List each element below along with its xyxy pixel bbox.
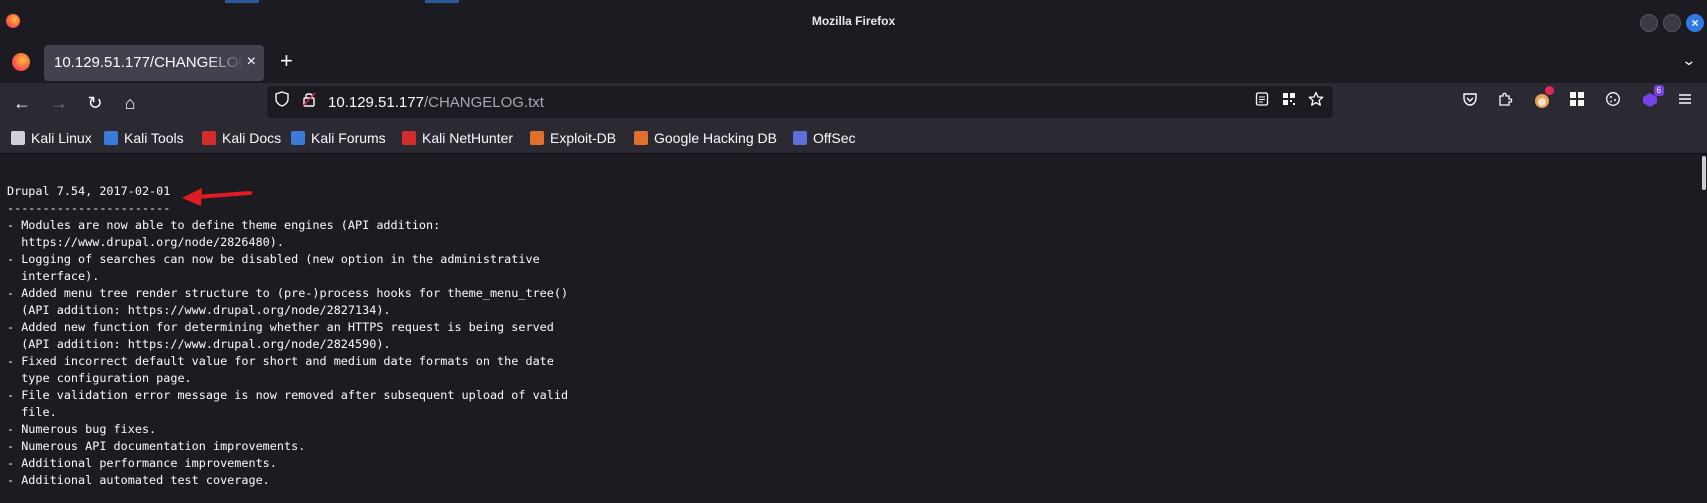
url-path: /CHANGELOG.txt [423,94,544,111]
tab-changelog[interactable]: 10.129.51.177/CHANGELOG.txt × [44,45,264,81]
kali-tools-icon [104,131,118,145]
changelog-line: - Fixed incorrect default value for shor… [7,354,554,368]
bookmark-label: Google Hacking DB [654,130,777,146]
bookmark-google-hacking-db[interactable]: Google Hacking DB [634,128,777,148]
tab-label: 10.129.51.177/CHANGELOG.txt [54,54,244,71]
cookie-icon[interactable] [1601,91,1625,115]
tracking-protection-shield-icon[interactable] [272,91,292,113]
changelog-line: file. [7,405,57,419]
new-tab-button[interactable]: + [280,48,293,74]
bookmark-kali-forums[interactable]: Kali Forums [291,128,386,148]
extension-grid-icon[interactable] [1565,91,1589,115]
bookmark-label: Kali NetHunter [422,130,514,146]
bookmark-kali-docs[interactable]: Kali Docs [202,128,281,148]
annotation-arrow-icon [182,188,252,206]
bookmark-label: Kali Linux [31,130,92,146]
bookmark-kali-tools[interactable]: Kali Tools [104,128,184,148]
changelog-line: - Modules are now able to define theme e… [7,218,441,232]
bookmark-offsec[interactable]: OffSec [793,128,856,148]
ghdb-icon [634,131,648,145]
reader-view-icon[interactable] [1251,91,1273,113]
bookmark-label: Exploit-DB [550,130,617,146]
maximize-button[interactable] [1663,14,1681,32]
changelog-line: type configuration page. [7,371,192,385]
changelog-line: - File validation error message is now r… [7,388,569,402]
url-text[interactable]: 10.129.51.177/CHANGELOG.txt [328,94,544,111]
kali-dragon-icon [11,131,25,145]
changelog-line: - Additional performance improvements. [7,456,277,470]
bookmark-kali-linux[interactable]: Kali Linux [11,128,92,148]
window-titlebar: Mozilla Firefox × [0,0,1707,43]
exploit-db-icon [530,131,544,145]
minimize-button[interactable] [1640,14,1658,32]
changelog-line: - Numerous API documentation improvement… [7,439,306,453]
page-content[interactable]: Drupal 7.54, 2017-02-01 ----------------… [0,154,1707,503]
changelog-line: - Added menu tree render structure to (p… [7,286,569,300]
taskbar-strip [0,0,500,4]
changelog-line: - Added new function for determining whe… [7,320,554,334]
extension-badge-count: 6 [1653,85,1664,96]
insecure-lock-icon[interactable] [299,91,319,113]
kali-forums-icon [291,131,305,145]
changelog-line: (API addition: https://www.drupal.org/no… [7,303,391,317]
blocked-badge [1545,86,1554,95]
vertical-scrollbar[interactable] [1702,156,1706,190]
app-menu-hamburger-icon[interactable] [1673,91,1697,115]
bookmarks-toolbar: Kali Linux Kali Tools Kali Docs Kali For… [0,123,1707,154]
changelog-line: - Numerous bug fixes. [7,422,157,436]
reload-button[interactable]: ↻ [83,91,107,115]
changelog-underline: ----------------------- [7,201,171,215]
changelog-version-heading: Drupal 7.54, 2017-02-01 [7,184,171,198]
changelog-line: interface). [7,269,100,283]
address-bar[interactable]: 10.129.51.177/CHANGELOG.txt [267,86,1333,118]
bookmark-label: OffSec [813,130,856,146]
hack-tools-extension-icon[interactable]: 6 [1638,85,1664,115]
home-button[interactable]: ⌂ [118,91,142,115]
bookmark-label: Kali Tools [124,130,184,146]
list-all-tabs-button[interactable]: ⌄ [1682,52,1697,69]
kali-docs-icon [202,131,216,145]
changelog-text: Drupal 7.54, 2017-02-01 ----------------… [7,183,568,489]
pocket-icon[interactable] [1458,91,1482,115]
extensions-puzzle-icon[interactable] [1493,91,1517,115]
url-host: 10.129.51.177 [328,94,424,111]
window-title: Mozilla Firefox [811,14,896,28]
navigation-toolbar: ← → ↻ ⌂ 10.129.51.177/CHANGELOG.txt 6 [0,83,1707,123]
tab-bar: 10.129.51.177/CHANGELOG.txt × + ⌄ [0,43,1707,83]
bookmark-kali-nethunter[interactable]: Kali NetHunter [402,128,513,148]
forward-button[interactable]: → [47,91,71,115]
bookmark-label: Kali Forums [311,130,386,146]
changelog-line: - Additional automated test coverage. [7,473,270,487]
offsec-icon [793,131,807,145]
firefox-view-icon[interactable] [12,53,30,71]
nethunter-icon [402,131,416,145]
back-button[interactable]: ← [10,91,34,115]
foxyproxy-icon[interactable] [1530,86,1554,115]
changelog-line: (API addition: https://www.drupal.org/no… [7,337,391,351]
changelog-line: https://www.drupal.org/node/2826480). [7,235,284,249]
bookmark-label: Kali Docs [222,130,282,146]
bookmark-exploit-db[interactable]: Exploit-DB [530,128,616,148]
bookmark-star-icon[interactable] [1305,91,1327,113]
close-window-button[interactable]: × [1686,14,1704,32]
tab-close-icon[interactable]: × [247,53,256,71]
changelog-line: - Logging of searches can now be disable… [7,252,540,266]
qr-code-icon[interactable] [1278,91,1300,113]
